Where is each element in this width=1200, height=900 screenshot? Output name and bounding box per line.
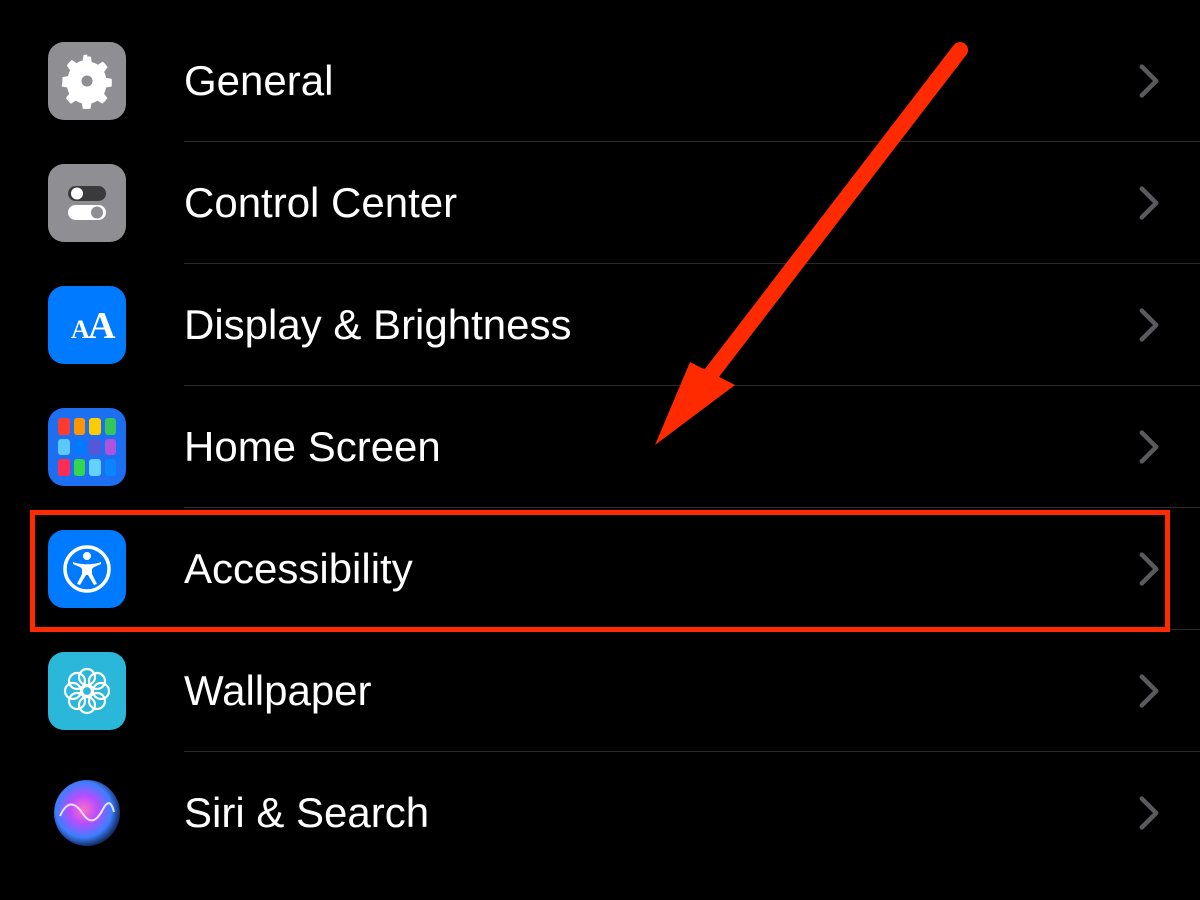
toggles-icon — [48, 164, 126, 242]
siri-icon — [48, 774, 126, 852]
row-label-general: General — [184, 57, 1138, 105]
text-size-icon: A A — [48, 286, 126, 364]
settings-list: General Control Center A A Display & Bri… — [0, 0, 1200, 874]
flower-icon — [48, 652, 126, 730]
settings-row-control-center[interactable]: Control Center — [0, 142, 1200, 264]
app-grid-icon — [48, 408, 126, 486]
gear-icon — [48, 42, 126, 120]
settings-row-siri[interactable]: Siri & Search — [0, 752, 1200, 874]
chevron-right-icon — [1138, 185, 1160, 221]
chevron-right-icon — [1138, 551, 1160, 587]
chevron-right-icon — [1138, 673, 1160, 709]
row-label-home-screen: Home Screen — [184, 423, 1138, 471]
svg-text:A: A — [88, 305, 116, 347]
row-label-siri: Siri & Search — [184, 789, 1138, 837]
accessibility-icon — [48, 530, 126, 608]
settings-row-display[interactable]: A A Display & Brightness — [0, 264, 1200, 386]
row-label-control-center: Control Center — [184, 179, 1138, 227]
chevron-right-icon — [1138, 63, 1160, 99]
chevron-right-icon — [1138, 429, 1160, 465]
row-label-wallpaper: Wallpaper — [184, 667, 1138, 715]
row-label-display: Display & Brightness — [184, 301, 1138, 349]
chevron-right-icon — [1138, 795, 1160, 831]
settings-row-home-screen[interactable]: Home Screen — [0, 386, 1200, 508]
settings-row-wallpaper[interactable]: Wallpaper — [0, 630, 1200, 752]
settings-row-accessibility[interactable]: Accessibility — [0, 508, 1200, 630]
row-label-accessibility: Accessibility — [184, 545, 1138, 593]
chevron-right-icon — [1138, 307, 1160, 343]
settings-row-general[interactable]: General — [0, 20, 1200, 142]
